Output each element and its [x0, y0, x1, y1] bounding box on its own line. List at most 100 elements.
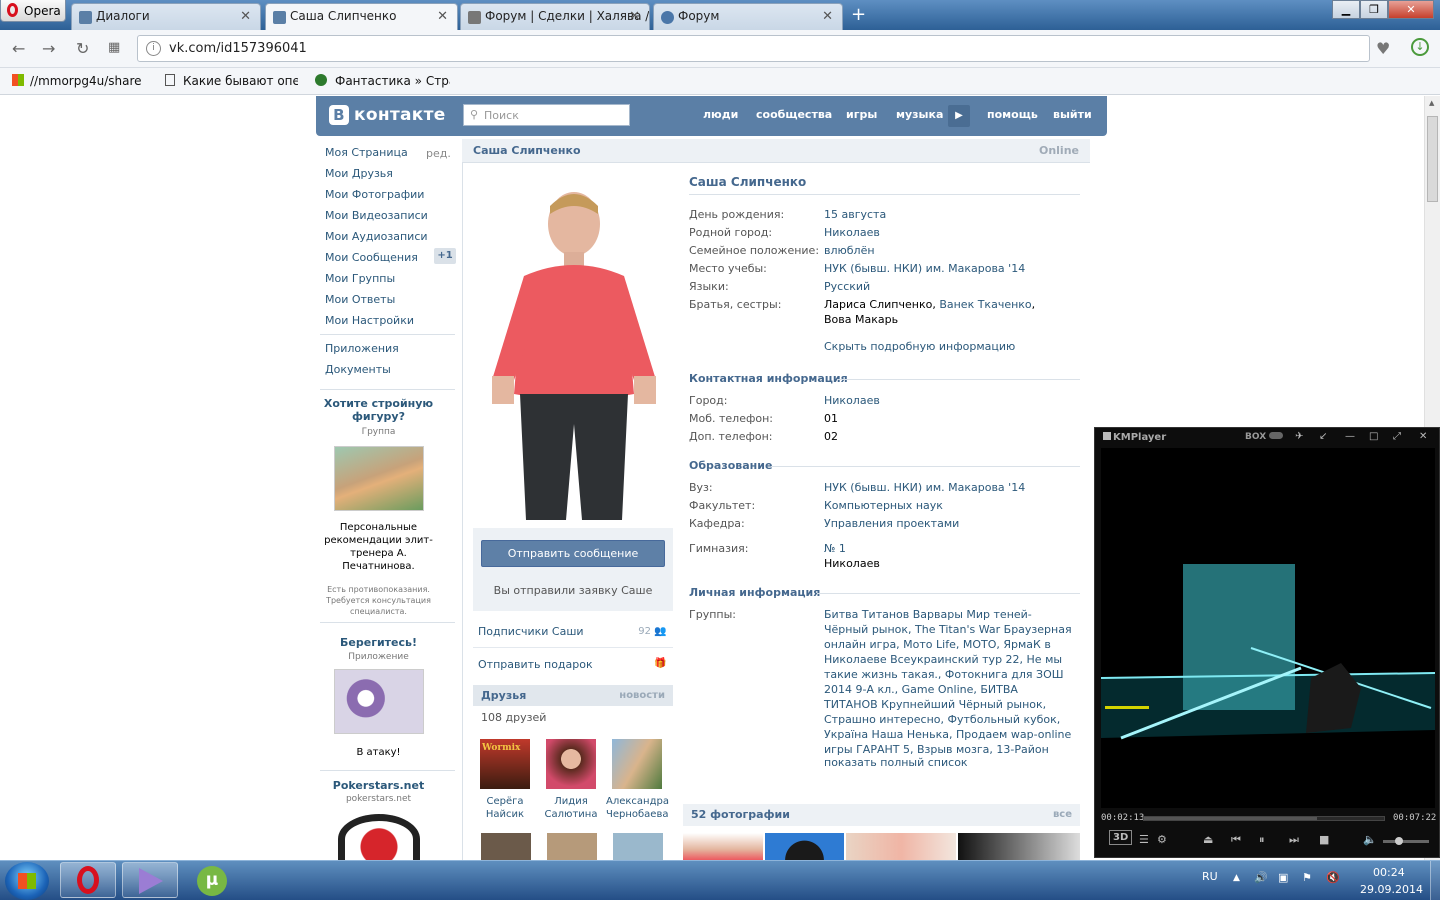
stop-icon[interactable]: ■ — [1319, 833, 1329, 846]
url-input[interactable]: i vk.com/id157396041 — [137, 35, 1370, 62]
menu-messages[interactable]: Мои Сообщения — [325, 251, 418, 264]
fullscreen-icon[interactable]: ⤢ — [1393, 431, 1401, 442]
site-info-icon[interactable]: i — [146, 41, 161, 56]
vk-logo[interactable]: Вконтакте — [329, 105, 446, 125]
friend-avatar[interactable] — [481, 833, 531, 860]
tab-dialogs[interactable]: Диалоги ✕ — [71, 3, 261, 30]
back-icon[interactable]: ← — [12, 39, 25, 58]
photo-thumb[interactable] — [765, 833, 844, 860]
nav-logout[interactable]: выйти — [1053, 108, 1092, 121]
tab-forum-deals[interactable]: Форум | Сделки | Халява / ✕ — [460, 3, 650, 30]
friend-card[interactable]: Лидия Салютина — [540, 739, 602, 821]
pause-icon[interactable]: ⏸ — [1259, 833, 1265, 847]
close-icon[interactable]: ✕ — [1419, 431, 1427, 442]
reload-icon[interactable]: ↻ — [76, 39, 89, 58]
playlist-icon[interactable]: ☰ — [1139, 833, 1149, 846]
sibling-link[interactable]: Ванек Ткаченко — [939, 298, 1031, 311]
tray-expand-icon[interactable]: ▲ — [1233, 873, 1240, 883]
menu-answers[interactable]: Мои Ответы — [325, 293, 395, 306]
ad-game-title[interactable]: Берегитесь! — [320, 636, 437, 649]
next-icon[interactable]: ⏭ — [1289, 833, 1299, 847]
value-department[interactable]: Управления проектами — [824, 516, 1079, 531]
nav-people[interactable]: люди — [703, 108, 738, 121]
show-desktop-button[interactable] — [1430, 861, 1440, 900]
shrink-icon[interactable]: ↙ — [1319, 431, 1327, 442]
menu-documents[interactable]: Документы — [325, 363, 391, 376]
ad-fitness-title[interactable]: Хотите стройную фигуру? — [320, 397, 437, 423]
bookmark-opera-types[interactable]: Какие бывают опера — [165, 74, 298, 88]
ad-game-image[interactable] — [334, 669, 424, 734]
photo-thumb[interactable] — [846, 833, 956, 860]
value-hometown[interactable]: Николаев — [824, 225, 1079, 240]
close-tab-icon[interactable]: ✕ — [629, 9, 640, 24]
nav-music[interactable]: музыка — [896, 108, 943, 121]
opera-menu-button[interactable]: Opera — [0, 0, 66, 22]
settings-icon[interactable]: ⚙ — [1157, 833, 1167, 846]
hide-details-link[interactable]: Скрыть подробную информацию — [824, 339, 1079, 354]
profile-photo[interactable] — [484, 184, 664, 524]
clock-date[interactable]: 29.09.2014 — [1360, 883, 1423, 896]
close-tab-icon[interactable]: ✕ — [822, 9, 833, 24]
nav-games[interactable]: игры — [846, 108, 877, 121]
video-frame[interactable] — [1101, 448, 1435, 808]
menu-audios[interactable]: Мои Аудиозаписи — [325, 230, 428, 243]
speaker-tray-icon[interactable]: 🔊 — [1254, 871, 1268, 884]
eject-icon[interactable]: ⏏ — [1203, 833, 1213, 846]
ad-poker-title[interactable]: Pokerstars.net — [320, 779, 437, 792]
ad-fitness-image[interactable] — [334, 446, 424, 511]
volume-knob[interactable] — [1395, 837, 1403, 845]
send-message-button[interactable]: Отправить сообщение — [481, 540, 665, 567]
scrollbar-thumb[interactable] — [1427, 116, 1438, 202]
menu-apps[interactable]: Приложения — [325, 342, 399, 355]
menu-my-page[interactable]: Моя Страница — [325, 146, 408, 159]
menu-settings[interactable]: Мои Настройки — [325, 314, 414, 327]
start-button[interactable] — [5, 862, 49, 900]
play-icon[interactable]: ▶ — [948, 105, 970, 127]
subscribers-link[interactable]: Подписчики Саши — [478, 625, 584, 638]
friend-avatar[interactable] — [612, 739, 662, 789]
menu-photos[interactable]: Мои Фотографии — [325, 188, 424, 201]
close-tab-icon[interactable]: ✕ — [240, 9, 251, 24]
3d-button[interactable]: 3D — [1109, 830, 1133, 845]
friends-count[interactable]: 108 друзей — [481, 711, 546, 724]
taskbar-kmplayer[interactable] — [122, 862, 178, 898]
menu-groups[interactable]: Мои Группы — [325, 272, 395, 285]
value-study[interactable]: НУК (бывш. НКИ) им. Макарова '14 — [824, 261, 1079, 276]
close-tab-icon[interactable]: ✕ — [437, 9, 448, 24]
friends-news-link[interactable]: новости — [619, 690, 665, 701]
send-gift-link[interactable]: Отправить подарок — [478, 658, 593, 671]
maximize-icon[interactable]: □ — [1369, 431, 1378, 442]
photo-thumb[interactable] — [958, 833, 1080, 860]
messages-badge[interactable]: +1 — [434, 248, 456, 264]
friend-avatar[interactable] — [547, 833, 597, 860]
minimize-button[interactable]: ▁ — [1332, 0, 1360, 19]
value-gymnasium[interactable]: № 1 — [824, 541, 1079, 556]
seek-bar[interactable] — [1143, 816, 1385, 821]
menu-friends[interactable]: Мои Друзья — [325, 167, 393, 180]
mute-icon[interactable]: 🔇 — [1326, 871, 1340, 884]
friend-avatar[interactable] — [546, 739, 596, 789]
photos-all-link[interactable]: все — [1053, 809, 1072, 820]
language-indicator[interactable]: RU — [1202, 870, 1218, 883]
value-faculty[interactable]: Компьютерных наук — [824, 498, 1079, 513]
pin-icon[interactable]: ✈ — [1295, 431, 1303, 442]
kmplayer-box-toggle[interactable]: BOX — [1245, 432, 1284, 442]
taskbar-utorrent[interactable]: µ — [184, 862, 240, 898]
maximize-button[interactable]: ❐ — [1360, 0, 1388, 19]
volume-icon[interactable]: 🔈 — [1363, 833, 1377, 846]
heart-icon[interactable]: ♥ — [1376, 39, 1390, 58]
value-languages[interactable]: Русский — [824, 279, 1079, 294]
friend-avatar[interactable]: Wormix — [480, 739, 530, 789]
speed-dial-icon[interactable]: ▦ — [108, 40, 120, 55]
show-full-list-link[interactable]: показать полный список — [824, 755, 1079, 770]
download-icon[interactable]: ↓ — [1411, 38, 1429, 56]
value-university[interactable]: НУК (бывш. НКИ) им. Макарова '14 — [824, 480, 1079, 495]
value-birthday[interactable]: 15 августа — [824, 207, 1079, 222]
forward-icon[interactable]: → — [42, 39, 55, 58]
close-window-button[interactable]: ✕ — [1388, 0, 1434, 19]
friends-header[interactable]: Друзья новости — [473, 685, 673, 706]
action-center-icon[interactable]: ⚑ — [1302, 871, 1312, 884]
vk-search-input[interactable]: ⚲ Поиск — [463, 104, 630, 126]
network-icon[interactable]: ▣ — [1278, 871, 1288, 884]
previous-icon[interactable]: ⏮ — [1231, 833, 1241, 847]
